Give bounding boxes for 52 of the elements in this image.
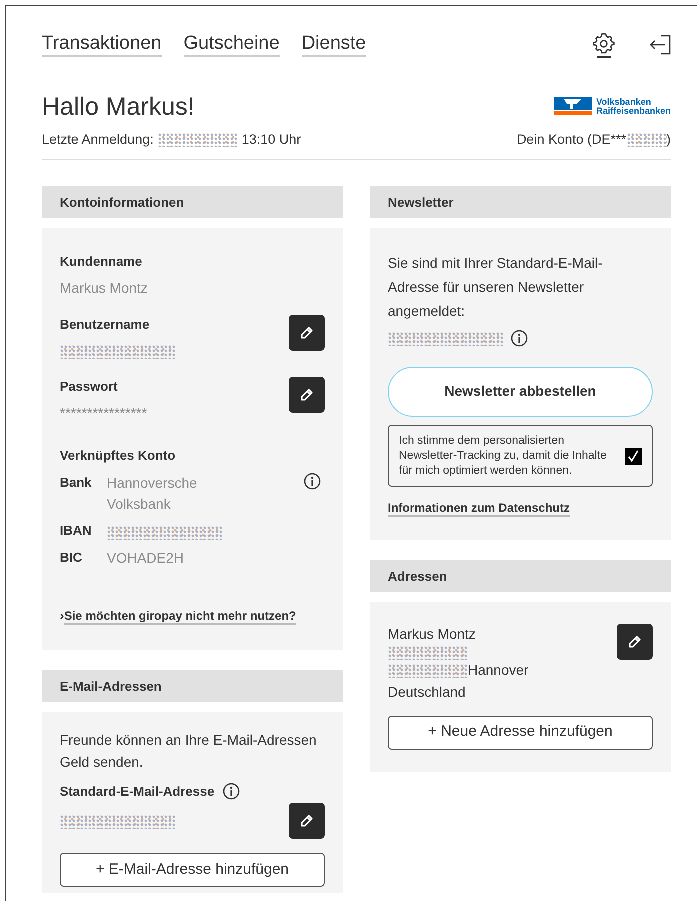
newsletter-text: Sie sind mit Ihrer Standard-E-Mail-Adresse für unseren Newsletter angemeldet: [388,254,604,321]
field-label: Verknüpftes Konto [60,446,177,465]
field-value: VOHADE2H [107,550,184,566]
login-time: 13:10 Uhr [242,131,302,149]
chevron-icon: › [60,608,64,624]
nav-link[interactable]: Transaktionen [42,32,162,58]
pencil-icon [300,326,314,340]
greeting: Hallo Markus! [42,92,195,122]
edit-button[interactable] [617,624,653,660]
pencil-icon [300,388,314,402]
bank-logo: Volksbanken Raiffeisenbanken [554,97,671,117]
section-header: E-Mail-Adressen [42,670,343,702]
pencil-icon [628,635,642,650]
consent-checkbox[interactable] [625,448,642,465]
field-value: Hannoversche Volksbank [107,475,198,512]
logout-icon[interactable] [649,35,671,55]
settings-icon[interactable] [593,32,615,58]
pencil-icon [300,814,314,828]
field-label: Kundenname [60,253,144,272]
section-header: Adressen [370,560,671,592]
field-label: Benutzername [60,316,151,334]
add-email-button[interactable]: + E-Mail-Adresse hinzufügen [60,853,325,888]
info-icon[interactable] [511,330,528,347]
field-label: Bank [60,474,93,492]
field-value: **************** [60,404,148,421]
info-icon[interactable] [304,473,321,490]
account-text: ) [666,131,671,149]
nav-link[interactable]: Gutscheine [184,32,280,58]
section-header: Kontoinformationen [42,186,343,218]
unsubscribe-button[interactable]: Newsletter abbestellen [388,366,653,417]
nav-link[interactable]: Dienste [302,32,366,58]
account-text: Dein Konto (DE*** [516,131,626,149]
field-value: Markus Montz [60,280,148,296]
text: Markus Montz [388,625,476,644]
intro-text: Freunde können an Ihre E-Mail-Adressen Geld senden. [60,731,318,772]
section-header: Newsletter [370,186,671,218]
field-label: BIC [60,549,84,568]
field-label: IBAN [60,522,93,540]
login-label: Letzte Anmeldung: [42,131,154,149]
field-label: Passwort [60,378,119,396]
text: Hannover [468,661,529,680]
info-icon[interactable] [222,782,240,800]
blurred-text [626,133,666,148]
giropay-link[interactable]: Sie möchten giropay nicht mehr nutzen? [64,609,296,626]
text: Deutschland [388,682,466,702]
edit-button[interactable] [289,803,325,840]
privacy-link[interactable]: Informationen zum Datenschutz [388,501,570,518]
consent-text: Ich stimme dem personalisierten Newsletter-Tracking zu, damit die Inhalte für mich optimiert werden können. [399,434,608,478]
add-address-button[interactable]: + Neue Adresse hinzufügen [388,716,653,750]
edit-button[interactable] [289,377,325,414]
edit-button[interactable] [289,314,325,351]
field-label: Standard-E-Mail-Adresse [60,782,215,801]
